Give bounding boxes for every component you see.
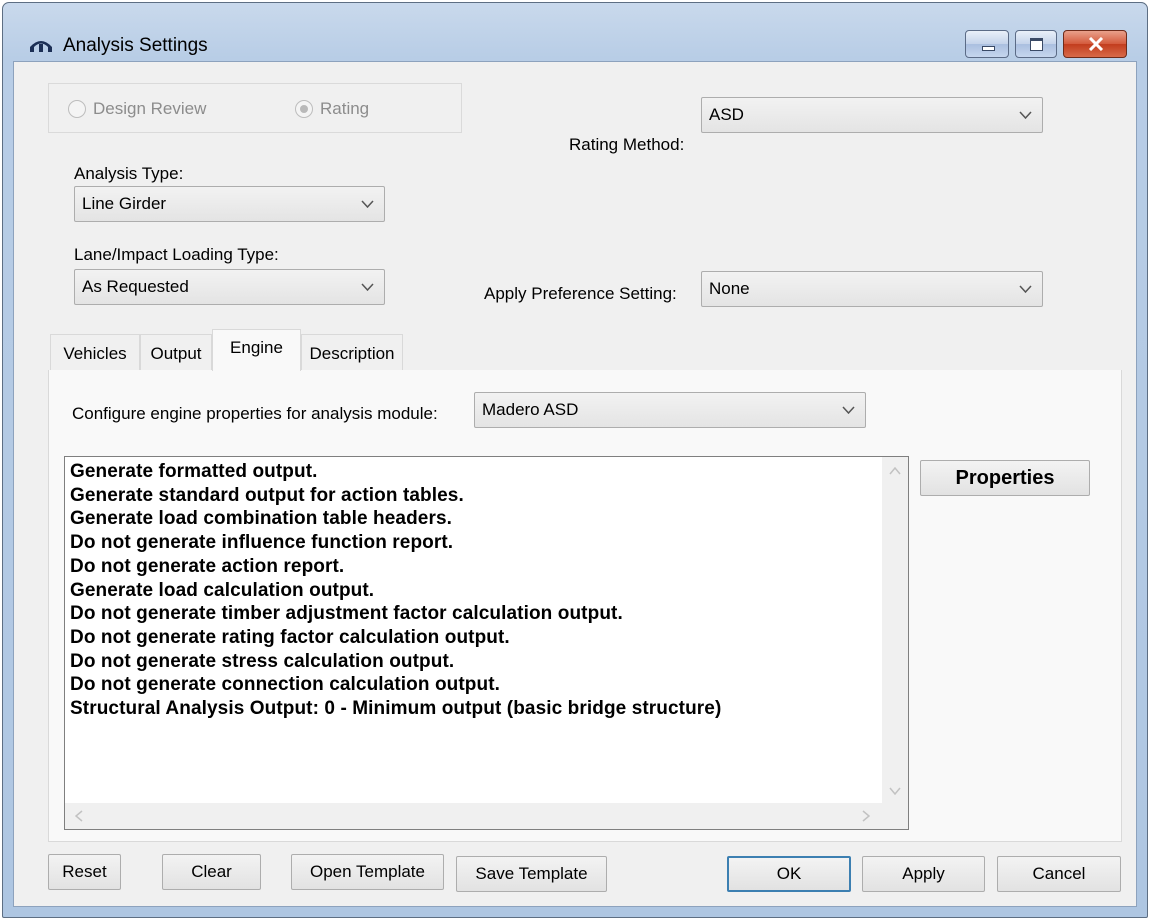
chevron-down-icon bbox=[842, 406, 855, 414]
list-item[interactable]: Generate load combination table headers. bbox=[70, 507, 878, 531]
scrollbar-corner bbox=[882, 803, 908, 829]
vertical-scrollbar[interactable] bbox=[882, 457, 908, 803]
lane-impact-label: Lane/Impact Loading Type: bbox=[74, 245, 279, 264]
tab-engine[interactable]: Engine bbox=[212, 329, 301, 371]
scroll-left-icon bbox=[75, 810, 83, 822]
maximize-button[interactable] bbox=[1015, 30, 1057, 58]
chevron-down-icon bbox=[361, 283, 374, 291]
clear-button[interactable]: Clear bbox=[162, 854, 261, 890]
analysis-module-value: Madero ASD bbox=[482, 400, 579, 419]
scroll-right-icon bbox=[862, 810, 870, 822]
title-bar[interactable]: Analysis Settings bbox=[3, 3, 1147, 59]
list-item[interactable]: Do not generate connection calculation o… bbox=[70, 673, 878, 697]
ok-button[interactable]: OK bbox=[727, 856, 851, 892]
dialog-client-area: Design Review Rating Rating Method: ASD … bbox=[13, 61, 1137, 907]
tab-engine-label: Engine bbox=[230, 338, 283, 357]
list-item[interactable]: Do not generate rating factor calculatio… bbox=[70, 626, 878, 650]
properties-button-label: Properties bbox=[955, 467, 1055, 489]
chevron-down-icon bbox=[361, 200, 374, 208]
properties-button[interactable]: Properties bbox=[920, 460, 1090, 496]
design-review-label: Design Review bbox=[93, 99, 207, 118]
open-template-button[interactable]: Open Template bbox=[291, 854, 444, 890]
cancel-button[interactable]: Cancel bbox=[997, 856, 1121, 892]
tab-output-label: Output bbox=[150, 344, 202, 363]
list-item[interactable]: Do not generate stress calculation outpu… bbox=[70, 650, 878, 674]
apply-button-label: Apply bbox=[902, 864, 945, 883]
minimize-icon bbox=[982, 46, 995, 51]
module-label: Configure engine properties for analysis… bbox=[72, 404, 438, 423]
list-item[interactable]: Do not generate action report. bbox=[70, 555, 878, 579]
apply-button[interactable]: Apply bbox=[862, 856, 985, 892]
close-button[interactable] bbox=[1063, 30, 1127, 58]
rating-radio[interactable] bbox=[295, 100, 313, 118]
bridge-app-icon bbox=[30, 41, 52, 52]
rating-label: Rating bbox=[320, 99, 370, 118]
preference-value: None bbox=[709, 279, 750, 298]
list-item[interactable]: Structural Analysis Output: 0 - Minimum … bbox=[70, 697, 878, 721]
scroll-up-icon bbox=[889, 467, 901, 475]
cancel-button-label: Cancel bbox=[1032, 864, 1086, 883]
save-template-button[interactable]: Save Template bbox=[456, 856, 607, 892]
maximize-icon bbox=[1030, 38, 1043, 51]
save-template-button-label: Save Template bbox=[475, 864, 588, 883]
horizontal-scrollbar[interactable] bbox=[65, 803, 882, 829]
reset-button[interactable]: Reset bbox=[48, 854, 121, 890]
tab-description[interactable]: Description bbox=[301, 334, 403, 370]
tab-description-label: Description bbox=[309, 344, 395, 363]
tab-vehicles-label: Vehicles bbox=[63, 344, 127, 363]
chevron-down-icon bbox=[1019, 111, 1032, 119]
analysis-module-select[interactable]: Madero ASD bbox=[474, 392, 866, 428]
ok-button-label: OK bbox=[776, 864, 802, 883]
close-icon bbox=[1088, 37, 1104, 51]
chevron-down-icon bbox=[1019, 285, 1032, 293]
design-review-radio[interactable] bbox=[68, 100, 86, 118]
analysis-type-select[interactable]: Line Girder bbox=[74, 186, 385, 222]
list-item[interactable]: Do not generate influence function repor… bbox=[70, 531, 878, 555]
lane-impact-value: As Requested bbox=[82, 277, 189, 296]
lane-impact-select[interactable]: As Requested bbox=[74, 269, 385, 305]
clear-button-label: Clear bbox=[191, 862, 232, 881]
open-template-button-label: Open Template bbox=[310, 862, 425, 881]
tab-vehicles[interactable]: Vehicles bbox=[50, 334, 140, 370]
list-item[interactable]: Do not generate timber adjustment factor… bbox=[70, 602, 878, 626]
reset-button-label: Reset bbox=[62, 862, 107, 881]
tab-output[interactable]: Output bbox=[140, 334, 212, 370]
preference-label: Apply Preference Setting: bbox=[484, 284, 677, 303]
minimize-button[interactable] bbox=[965, 30, 1009, 58]
analysis-type-label: Analysis Type: bbox=[74, 164, 184, 183]
rating-method-select[interactable]: ASD bbox=[701, 97, 1043, 133]
preference-select[interactable]: None bbox=[701, 271, 1043, 307]
list-item[interactable]: Generate load calculation output. bbox=[70, 579, 878, 603]
scroll-down-icon bbox=[889, 787, 901, 795]
analysis-type-value: Line Girder bbox=[82, 194, 167, 213]
rating-method-label: Rating Method: bbox=[569, 135, 685, 154]
analysis-settings-window: Analysis Settings Design Review Rating R… bbox=[2, 2, 1148, 918]
rating-method-value: ASD bbox=[709, 105, 744, 124]
window-title: Analysis Settings bbox=[63, 35, 208, 56]
list-item[interactable]: Generate formatted output. bbox=[70, 460, 878, 484]
list-item[interactable]: Generate standard output for action tabl… bbox=[70, 484, 878, 508]
engine-properties-list[interactable]: Generate formatted output. Generate stand… bbox=[64, 456, 909, 830]
engine-properties-items: Generate formatted output. Generate stand… bbox=[70, 460, 878, 721]
